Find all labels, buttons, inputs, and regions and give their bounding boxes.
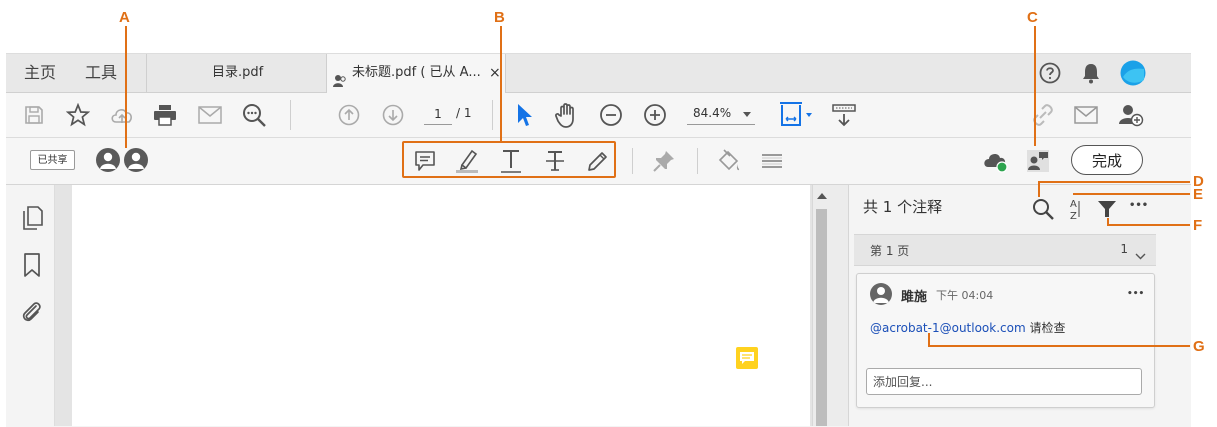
- document-page[interactable]: [72, 185, 810, 426]
- toolbar-divider: [492, 100, 493, 130]
- done-button[interactable]: 完成: [1071, 145, 1143, 175]
- cloud-upload-icon[interactable]: [108, 102, 136, 128]
- add-user-icon[interactable]: [1116, 101, 1146, 129]
- svg-text:A: A: [1070, 199, 1077, 210]
- zoom-in-icon[interactable]: [641, 101, 669, 129]
- bookmark-icon[interactable]: [19, 251, 45, 279]
- fill-icon[interactable]: [715, 147, 743, 175]
- callout-d-line: [1038, 181, 1040, 197]
- search-icon[interactable]: [1031, 197, 1055, 221]
- toolbar-divider: [290, 100, 291, 130]
- scroll-mode-icon[interactable]: [829, 100, 859, 130]
- tab-home[interactable]: 主页: [24, 54, 56, 92]
- callout-e-line: [1073, 193, 1190, 195]
- callout-d-line: [1038, 181, 1190, 183]
- fit-page-icon[interactable]: [777, 100, 815, 130]
- comment-count-title: 共 1 个注释: [863, 198, 943, 216]
- tab-divider: [146, 54, 147, 92]
- page-group-count: 1: [1120, 242, 1128, 256]
- bell-icon[interactable]: [1079, 61, 1103, 85]
- print-icon[interactable]: [151, 102, 179, 128]
- callout-g-label: G: [1193, 338, 1205, 355]
- sticky-note-icon[interactable]: [736, 347, 758, 369]
- tab-document-mulu[interactable]: 目录.pdf: [212, 54, 263, 92]
- svg-text:Z: Z: [1070, 211, 1077, 221]
- help-icon[interactable]: [1038, 61, 1062, 85]
- comment-mention-link[interactable]: @acrobat-1@outlook.com: [870, 321, 1026, 335]
- vertical-scrollbar[interactable]: [812, 185, 831, 426]
- comment-text: @acrobat-1@outlook.com 请检查: [870, 319, 1066, 336]
- link-icon[interactable]: [1028, 100, 1058, 130]
- page-group-header[interactable]: 第 1 页 1: [854, 234, 1156, 266]
- callout-f-label: F: [1193, 217, 1203, 234]
- page-number-input[interactable]: [424, 104, 452, 125]
- hand-icon[interactable]: [553, 100, 581, 130]
- tab-tools[interactable]: 工具: [85, 54, 117, 92]
- share-mail-icon[interactable]: [1072, 102, 1100, 128]
- star-icon[interactable]: [65, 102, 91, 128]
- toolbar-divider: [632, 148, 633, 174]
- tab-document-active[interactable]: 未标题.pdf ( 已从 A... ×: [326, 54, 506, 93]
- callout-e-label: E: [1193, 186, 1204, 203]
- zoom-select[interactable]: 84.4%: [687, 104, 755, 125]
- user-avatar-icon[interactable]: [1119, 59, 1147, 87]
- callout-a-label: A: [119, 9, 130, 26]
- arrow-down-icon[interactable]: [380, 102, 406, 128]
- callout-c-line: [1034, 26, 1036, 146]
- cloud-sync-icon[interactable]: [980, 148, 1010, 174]
- zoom-out-icon[interactable]: [597, 101, 625, 129]
- sort-az-icon[interactable]: AZ: [1065, 196, 1085, 222]
- tab-close-icon[interactable]: ×: [489, 54, 501, 92]
- shared-badge: 已共享: [30, 150, 75, 170]
- scrollbar-thumb[interactable]: [816, 209, 827, 426]
- save-icon[interactable]: [22, 103, 46, 127]
- attachment-icon[interactable]: [18, 298, 46, 326]
- comment-more-icon[interactable]: •••: [1127, 289, 1144, 299]
- chevron-down-icon[interactable]: [1135, 245, 1146, 264]
- arrow-up-icon[interactable]: [336, 102, 362, 128]
- comment-author-avatar: [870, 283, 892, 305]
- callout-b-frame: [402, 141, 616, 178]
- search-zoom-icon[interactable]: [240, 101, 268, 129]
- page-group-label: 第 1 页: [870, 244, 910, 258]
- filter-icon[interactable]: [1096, 198, 1118, 220]
- page-thumbnails-icon[interactable]: [19, 204, 45, 232]
- scroll-up-icon[interactable]: [817, 193, 827, 199]
- page-total-label: / 1: [456, 106, 472, 120]
- participant-avatar-icon[interactable]: [96, 148, 120, 172]
- zoom-value: 84.4%: [693, 106, 732, 120]
- participant-avatar-icon[interactable]: [124, 148, 148, 172]
- callout-a-line: [125, 26, 127, 148]
- share-review-icon[interactable]: [1024, 147, 1052, 175]
- cursor-icon[interactable]: [512, 101, 536, 129]
- shared-user-icon: [333, 66, 347, 87]
- toolbar-divider: [697, 148, 698, 174]
- mail-icon[interactable]: [196, 102, 224, 128]
- more-options-icon[interactable]: •••: [1129, 200, 1148, 211]
- callout-b-label: B: [494, 9, 505, 26]
- chevron-down-icon: [743, 112, 751, 117]
- callout-b-line: [500, 26, 502, 141]
- callout-f-line: [1107, 224, 1190, 226]
- comment-body: 请检查: [1025, 321, 1066, 335]
- callout-c-label: C: [1027, 9, 1038, 26]
- panel-gutter: [830, 185, 848, 426]
- callout-g-line: [928, 345, 1190, 347]
- tab-bar: 主页 工具 目录.pdf 未标题.pdf ( 已从 A... ×: [6, 54, 1191, 93]
- comment-author: 雎施: [901, 290, 928, 305]
- lines-icon[interactable]: [758, 147, 786, 175]
- reply-input[interactable]: [866, 368, 1142, 395]
- comment-time: 下午 04:04: [936, 289, 994, 302]
- pin-icon[interactable]: [650, 147, 678, 175]
- tab-document-title: 未标题.pdf ( 已从 A...: [352, 65, 481, 80]
